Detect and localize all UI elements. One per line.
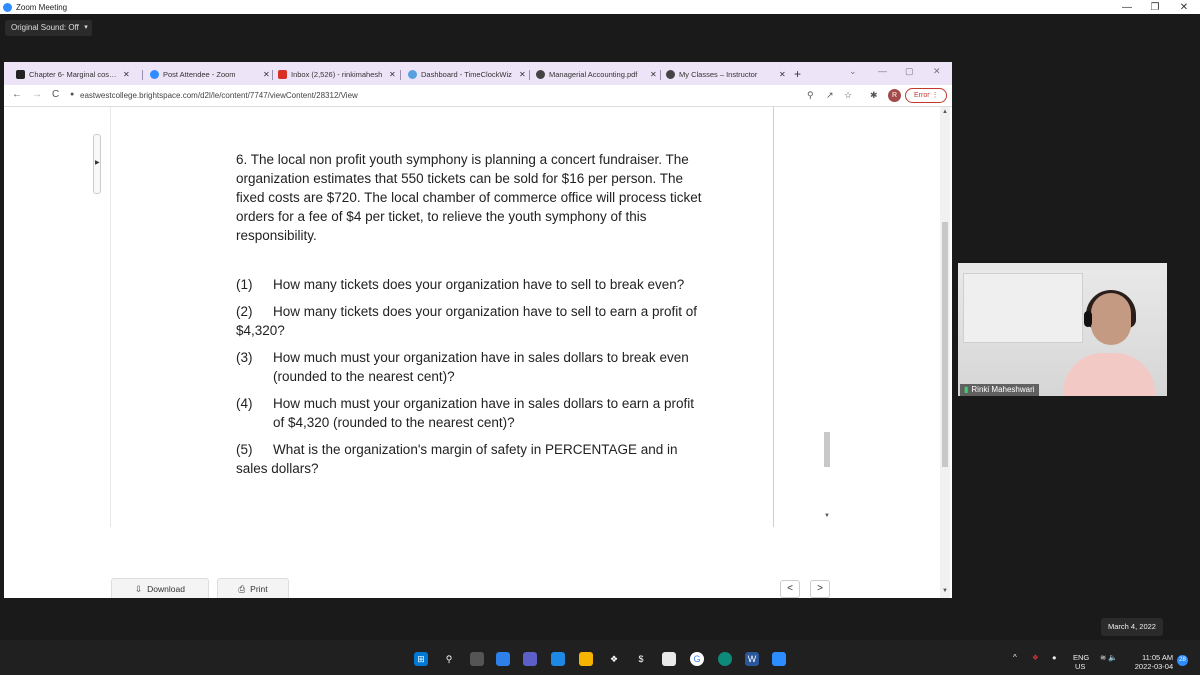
download-icon: ⇩: [135, 583, 143, 594]
zoom-logo-icon: [3, 2, 12, 12]
tab-my-classes[interactable]: My Classes – Instructor ✕: [660, 65, 788, 84]
background-window: [963, 273, 1083, 343]
caret-right-icon: ▶: [95, 160, 100, 166]
tab-close-icon[interactable]: ✕: [389, 70, 396, 79]
lock-icon: ●: [70, 91, 75, 98]
gmail-favicon-icon: [278, 70, 287, 79]
chapter-favicon-icon: [16, 70, 25, 79]
notification-badge[interactable]: 28: [1177, 655, 1188, 666]
question-item: (2) How many tickets does your organizati…: [236, 304, 697, 338]
word-icon[interactable]: W: [745, 652, 759, 666]
tab-post-attendee[interactable]: Post Attendee - Zoom ✕: [144, 65, 271, 84]
scroll-down-icon[interactable]: ▼: [824, 513, 830, 519]
minimize-button[interactable]: —: [1113, 0, 1141, 14]
reload-icon[interactable]: C: [52, 89, 59, 100]
profile-avatar[interactable]: R: [888, 89, 901, 102]
document-scrollbar[interactable]: ▼: [822, 107, 832, 527]
chrome-icon[interactable]: G: [690, 652, 704, 666]
question-intro: 6. The local non profit youth symphony i…: [236, 152, 702, 243]
browser-close-icon[interactable]: ✕: [933, 66, 941, 77]
error-button[interactable]: Error ⋮: [905, 88, 947, 103]
date-tooltip: March 4, 2022: [1101, 618, 1163, 636]
question-item: (3) How much must your organization have…: [236, 350, 689, 384]
browser-minimize-icon[interactable]: —: [878, 66, 887, 76]
zoom-favicon-icon: [150, 70, 159, 79]
address-bar: ← → C ● eastwestcollege.brightspace.com/…: [4, 85, 952, 107]
question-item: (1) How many tickets does your organizat…: [236, 277, 685, 292]
window-title: Zoom Meeting: [16, 2, 68, 12]
participant-video[interactable]: ▮ Rinki Maheshwari: [958, 263, 1167, 396]
close-button[interactable]: ✕: [1170, 0, 1198, 14]
classes-favicon-icon: [666, 70, 675, 79]
document-viewer: 6. The local non profit youth symphony i…: [110, 107, 774, 527]
teams-chat-icon[interactable]: [523, 652, 537, 666]
money-app-icon[interactable]: $: [634, 652, 648, 666]
toc-toggle[interactable]: ▶: [93, 134, 101, 194]
language-indicator[interactable]: ENG US: [1073, 653, 1089, 671]
page-scroll-thumb[interactable]: [942, 222, 948, 467]
microphone-icon[interactable]: ●: [1052, 653, 1057, 662]
shared-screen: Chapter 6- Marginal costing ✕ Post Atten…: [4, 62, 952, 598]
tray-overflow-icon[interactable]: ^: [1013, 653, 1017, 662]
tab-close-icon[interactable]: ✕: [519, 70, 526, 79]
download-button[interactable]: ⇩ Download: [111, 578, 209, 598]
tab-close-icon[interactable]: ✕: [123, 70, 130, 79]
key-icon[interactable]: ⚲: [807, 90, 814, 101]
bookmark-star-icon[interactable]: ☆: [844, 90, 852, 101]
timeclock-favicon-icon: [408, 70, 417, 79]
page-content: ▶ 6. The local non profit youth symphony…: [4, 107, 952, 598]
tab-close-icon[interactable]: ✕: [263, 70, 270, 79]
page-scrollbar[interactable]: ▲ ▼: [940, 107, 950, 598]
zoom-toolbar: Original Sound: Off ▾: [0, 14, 1200, 49]
print-button[interactable]: ⎙ Print: [217, 578, 289, 598]
zoom-app-icon[interactable]: [772, 652, 786, 666]
forward-icon[interactable]: →: [32, 89, 42, 100]
store-icon[interactable]: [662, 652, 676, 666]
pdf-favicon-icon: [536, 70, 545, 79]
tab-close-icon[interactable]: ✕: [779, 70, 786, 79]
tab-search-icon[interactable]: ⌄: [849, 66, 857, 77]
browser-restore-icon[interactable]: ▢: [905, 66, 914, 77]
file-explorer-icon[interactable]: [579, 652, 593, 666]
edge-icon[interactable]: [718, 652, 732, 666]
tab-dashboard[interactable]: Dashboard - TimeClockWiz ✕: [402, 65, 528, 84]
back-icon[interactable]: ←: [12, 89, 22, 100]
dropbox-icon[interactable]: ❖: [607, 652, 621, 666]
previous-page-button[interactable]: <: [780, 580, 800, 598]
question-item: (4) How much must your organization have…: [236, 396, 694, 430]
taskbar: ⊞ ⚲ ❖ $ G W: [0, 640, 1200, 675]
signal-bars-icon: ▮: [964, 385, 969, 394]
tab-chapter6[interactable]: Chapter 6- Marginal costing ✕: [10, 65, 138, 84]
widgets-icon[interactable]: [496, 652, 510, 666]
new-tab-button[interactable]: +: [794, 67, 801, 81]
zoom-titlebar: Zoom Meeting — ❐ ✕: [0, 0, 1200, 14]
printer-icon: ⎙: [238, 583, 246, 594]
browser-tabstrip: Chapter 6- Marginal costing ✕ Post Atten…: [4, 62, 952, 85]
question-item: (5) What is the organization's margin of …: [236, 442, 678, 476]
next-page-button[interactable]: >: [810, 580, 830, 598]
tab-close-icon[interactable]: ✕: [650, 70, 657, 79]
restore-button[interactable]: ❐: [1141, 0, 1169, 14]
dropbox-tray-icon[interactable]: ❖: [1032, 653, 1039, 662]
windows-start-icon[interactable]: ⊞: [414, 652, 428, 666]
scroll-down-icon[interactable]: ▼: [942, 588, 948, 594]
document-scroll-thumb[interactable]: [824, 432, 830, 467]
share-icon[interactable]: ↗: [826, 90, 834, 101]
headset-icon: [1084, 311, 1092, 327]
tab-inbox[interactable]: Inbox (2,526) - rinkimahesh ✕: [272, 65, 398, 84]
extensions-icon[interactable]: ✱: [870, 90, 878, 101]
wifi-icon[interactable]: ≋ 🔈: [1100, 653, 1118, 662]
mail-icon[interactable]: [551, 652, 565, 666]
task-view-icon[interactable]: [470, 652, 484, 666]
url-field[interactable]: eastwestcollege.brightspace.com/d2l/le/c…: [80, 91, 358, 100]
scroll-up-icon[interactable]: ▲: [942, 109, 948, 115]
tab-managerial-pdf[interactable]: Managerial Accounting.pdf ✕: [530, 65, 659, 84]
search-icon[interactable]: ⚲: [442, 652, 456, 666]
participant-nametag: ▮ Rinki Maheshwari: [960, 384, 1039, 396]
original-sound-dropdown[interactable]: ▾: [80, 20, 92, 36]
original-sound-button[interactable]: Original Sound: Off: [5, 20, 85, 36]
clock[interactable]: 11:05 AM 2022-03-04: [1134, 653, 1173, 671]
